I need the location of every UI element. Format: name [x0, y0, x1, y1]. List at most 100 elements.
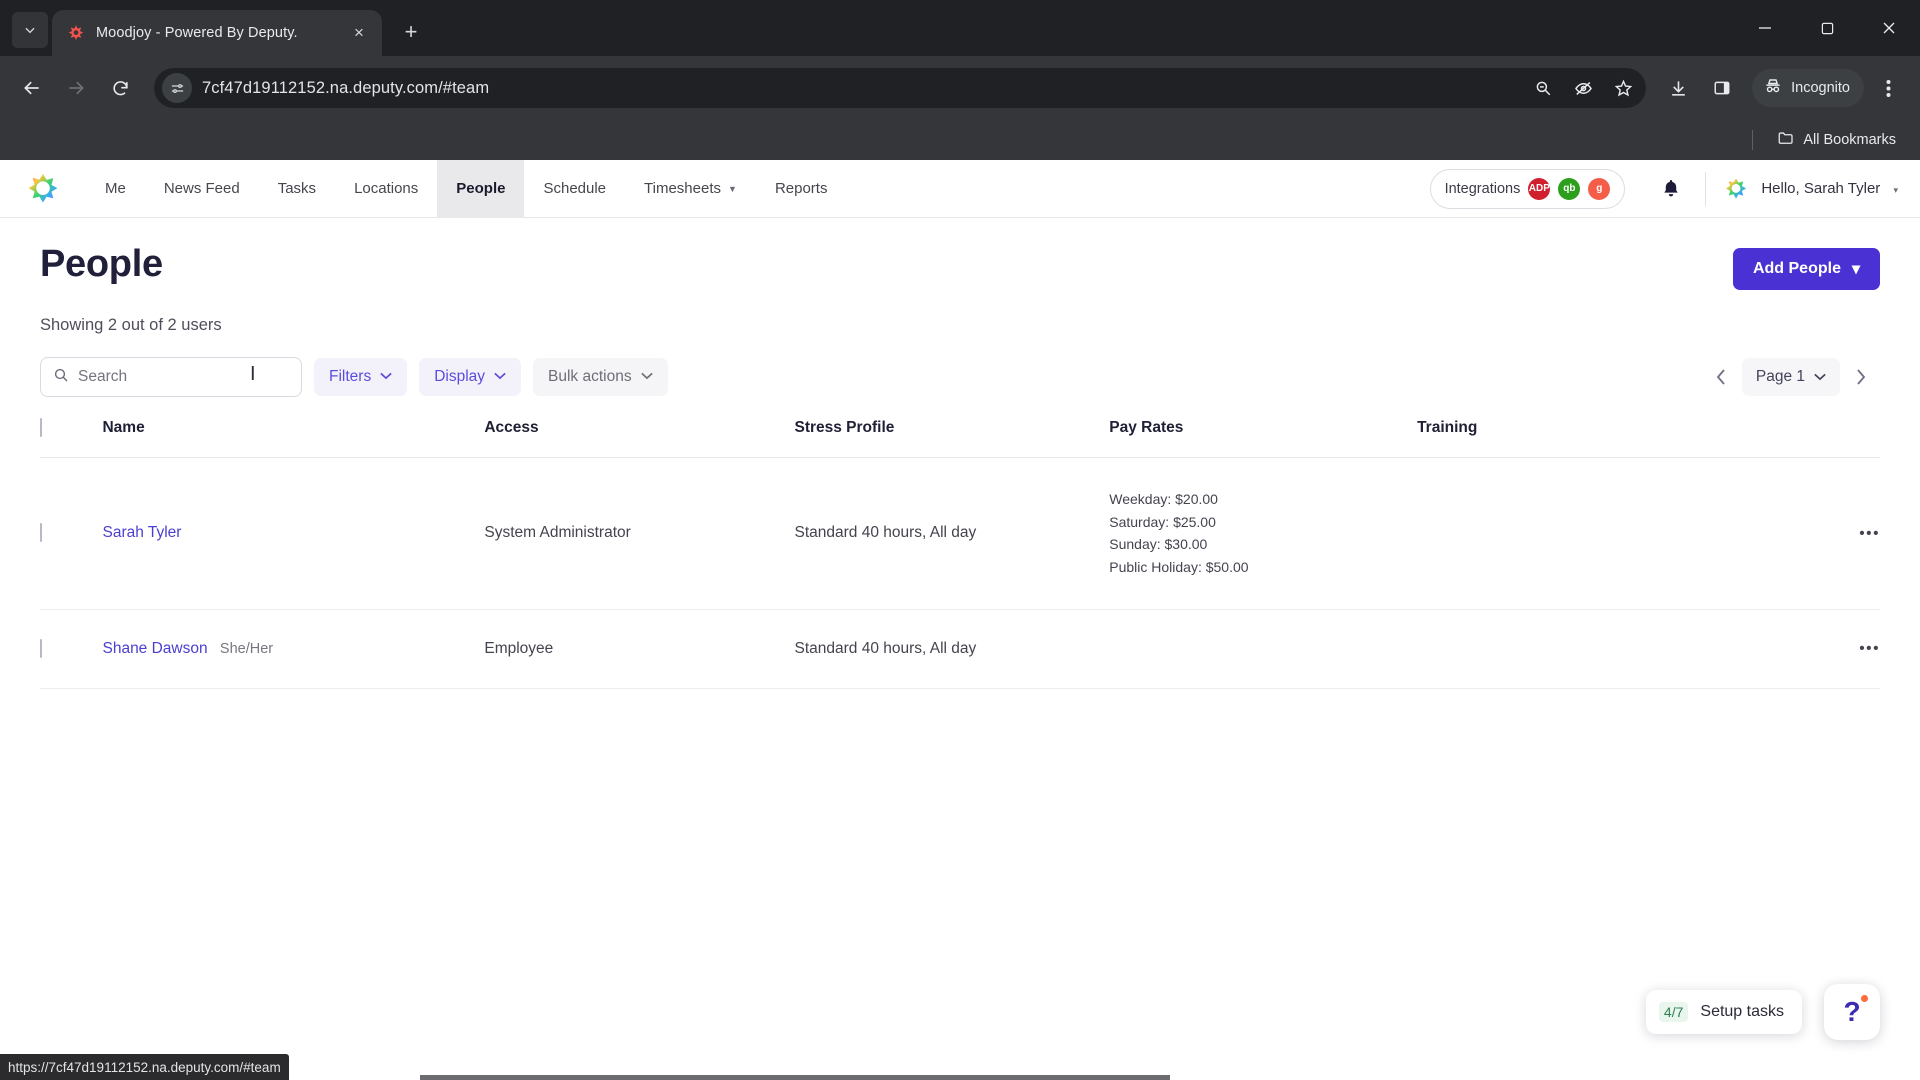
page-selector[interactable]: Page 1 [1741, 358, 1840, 396]
user-menu[interactable]: Hello, Sarah Tyler ▾ [1761, 180, 1898, 197]
table-body: Sarah Tyler System Administrator Standar… [40, 457, 1880, 689]
deputy-rainbow-star-logo[interactable] [0, 169, 86, 209]
person-name-link[interactable]: Shane Dawson [102, 640, 207, 657]
nav-item-reports[interactable]: Reports [756, 160, 847, 218]
avatar[interactable] [1722, 175, 1750, 203]
column-training[interactable]: Training [1417, 419, 1742, 458]
notification-dot [1861, 995, 1868, 1002]
gusto-icon[interactable]: g [1588, 177, 1611, 200]
browser-toolbar: 7cf47d19112152.na.deputy.com/#team Incog… [0, 56, 1920, 120]
new-tab-button[interactable]: + [394, 15, 428, 49]
download-icon[interactable] [1658, 68, 1698, 108]
reload-icon[interactable] [100, 68, 140, 108]
adp-icon[interactable]: ADP [1528, 177, 1551, 200]
table-row[interactable]: Shane Dawson She/Her Employee Standard 4… [40, 609, 1880, 689]
status-bar-url: https://7cf47d19112152.na.deputy.com/#te… [0, 1054, 289, 1080]
side-panel-icon[interactable] [1702, 68, 1742, 108]
quickbooks-icon[interactable]: qb [1558, 177, 1581, 200]
search-input[interactable]: Search [40, 357, 302, 397]
nav-item-locations[interactable]: Locations [335, 160, 437, 218]
page-header: People Add People ▾ [40, 218, 1880, 290]
browser-tab[interactable]: Moodjoy - Powered By Deputy. × [52, 10, 382, 56]
cell-access: Employee [484, 609, 795, 689]
all-bookmarks-label: All Bookmarks [1803, 132, 1896, 148]
column-access[interactable]: Access [484, 419, 795, 458]
filters-label: Filters [329, 368, 372, 385]
bookmarks-bar: All Bookmarks [0, 120, 1920, 160]
all-bookmarks-button[interactable]: All Bookmarks [1769, 125, 1904, 155]
chevron-down-icon: ▾ [1893, 185, 1898, 195]
eye-off-icon[interactable] [1570, 75, 1596, 101]
nav-item-schedule[interactable]: Schedule [524, 160, 625, 218]
close-icon[interactable]: × [346, 20, 372, 46]
display-button[interactable]: Display [419, 358, 522, 396]
row-select-cell [40, 457, 103, 610]
tab-search-icon[interactable] [12, 12, 48, 48]
setup-tasks-widget[interactable]: 4/7 Setup tasks [1645, 990, 1802, 1034]
row-actions-menu[interactable]: ••• [1741, 457, 1880, 610]
horizontal-scrollbar[interactable] [420, 1075, 1170, 1080]
page-viewport: Me News Feed Tasks Locations People Sche… [0, 160, 1920, 1080]
tune-icon[interactable] [162, 73, 192, 103]
incognito-indicator[interactable]: Incognito [1752, 69, 1864, 107]
star-icon[interactable] [1610, 75, 1636, 101]
column-stress-profile[interactable]: Stress Profile [794, 419, 1110, 458]
pay-rate-line: Saturday: $25.00 [1109, 513, 1216, 530]
back-icon[interactable] [12, 68, 52, 108]
nav-label: Timesheets [644, 180, 722, 197]
person-name-link[interactable]: Sarah Tyler [102, 524, 181, 541]
page-title: People [40, 243, 163, 285]
nav-label: Me [105, 180, 126, 197]
nav-item-timesheets[interactable]: Timesheets ▼ [625, 160, 756, 218]
integrations-button[interactable]: Integrations ADP qb g [1429, 168, 1626, 209]
chevron-down-icon: ▼ [728, 183, 737, 194]
nav-label: Locations [354, 180, 419, 197]
nav-item-news-feed[interactable]: News Feed [145, 160, 259, 218]
table-row[interactable]: Sarah Tyler System Administrator Standar… [40, 457, 1880, 610]
search-placeholder: Search [78, 368, 128, 385]
filters-button[interactable]: Filters [314, 358, 408, 396]
prev-page-button[interactable] [1702, 358, 1740, 396]
chevron-down-icon [380, 371, 392, 383]
cell-stress-profile: Standard 40 hours, All day [794, 457, 1110, 610]
display-label: Display [434, 368, 486, 385]
bell-icon[interactable] [1651, 169, 1691, 209]
add-people-button[interactable]: Add People ▾ [1732, 248, 1880, 290]
minimize-icon[interactable] [1734, 0, 1796, 56]
omnibox-actions [1530, 75, 1636, 101]
row-actions-menu[interactable]: ••• [1741, 609, 1880, 689]
divider [1705, 171, 1707, 206]
maximize-icon[interactable] [1796, 0, 1858, 56]
nav-item-me[interactable]: Me [86, 160, 145, 218]
nav-label: Tasks [277, 180, 317, 197]
row-checkbox[interactable] [40, 638, 42, 658]
nav-label: People [456, 180, 506, 197]
address-bar[interactable]: 7cf47d19112152.na.deputy.com/#team [154, 68, 1647, 108]
tab-strip: Moodjoy - Powered By Deputy. × + [0, 0, 1920, 56]
page-label: Page 1 [1755, 368, 1805, 385]
next-page-button[interactable] [1842, 358, 1880, 396]
kebab-menu-icon[interactable] [1868, 68, 1908, 108]
cell-name: Shane Dawson She/Her [102, 609, 485, 689]
close-window-icon[interactable] [1858, 0, 1920, 56]
tab-title: Moodjoy - Powered By Deputy. [96, 25, 298, 41]
nav-item-people[interactable]: People [437, 160, 525, 218]
column-pay-rates[interactable]: Pay Rates [1109, 419, 1418, 458]
select-all-checkbox[interactable] [40, 418, 42, 437]
nav-label: Schedule [543, 180, 607, 197]
integrations-label: Integrations [1444, 180, 1521, 197]
bulk-actions-label: Bulk actions [548, 368, 632, 385]
nav-item-tasks[interactable]: Tasks [259, 160, 335, 218]
bulk-actions-button[interactable]: Bulk actions [533, 358, 668, 396]
cell-access: System Administrator [484, 457, 795, 610]
help-button[interactable]: ? [1824, 984, 1880, 1040]
column-name[interactable]: Name [102, 419, 485, 458]
table-header: Name Access Stress Profile Pay Rates Tra… [40, 418, 1880, 458]
cell-training [1417, 457, 1742, 610]
chevron-down-icon [494, 371, 506, 383]
chevron-down-icon [640, 371, 653, 383]
divider [1752, 130, 1754, 150]
nav-label: News Feed [163, 180, 240, 197]
zoom-out-icon[interactable] [1530, 75, 1556, 101]
row-checkbox[interactable] [40, 523, 42, 543]
